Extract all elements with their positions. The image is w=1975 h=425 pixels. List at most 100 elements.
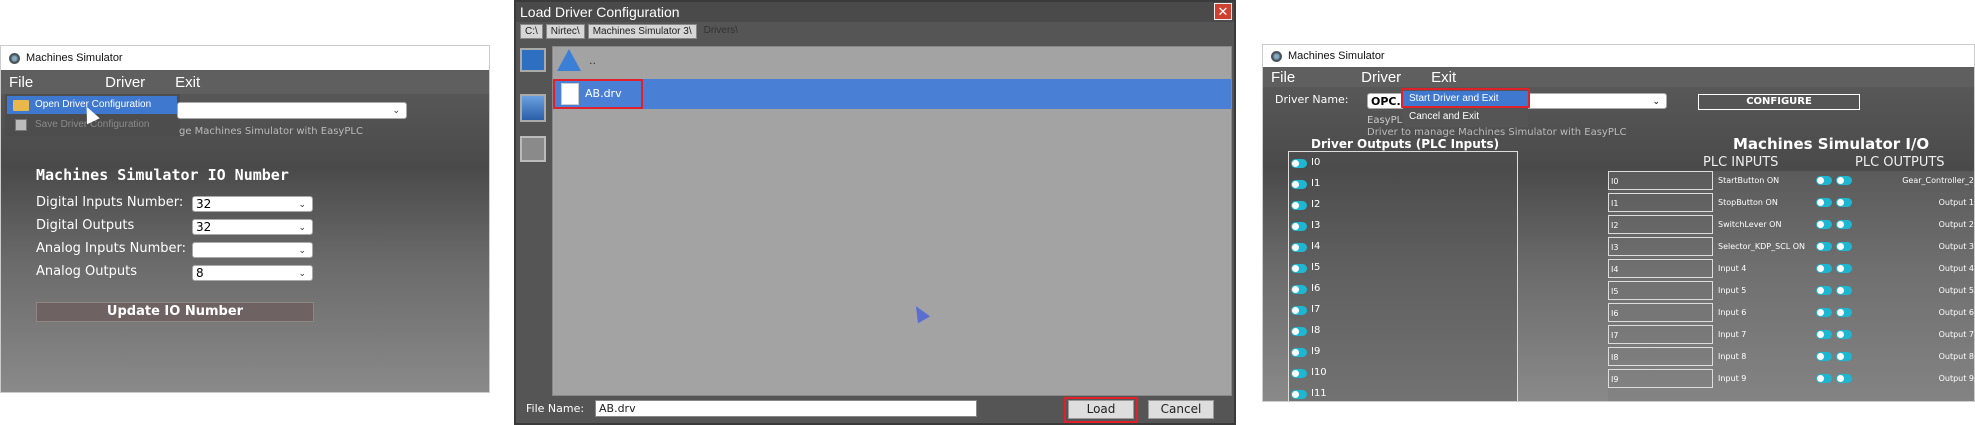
toggle-switch[interactable] [1291, 242, 1307, 252]
plc-inputs-header: PLC INPUTS [1703, 155, 1779, 170]
plc-input-label: Input 7 [1718, 330, 1747, 339]
io-number-cell: I0 [1608, 171, 1713, 190]
io-number-cell: I6 [1608, 303, 1713, 322]
toggle-switch[interactable] [1291, 347, 1307, 357]
toggle-switch[interactable] [1816, 220, 1832, 229]
toggle-switch[interactable] [1836, 352, 1852, 361]
io-table-row: I5 Input 5 Output 5 [1608, 281, 1974, 301]
toggle-switch[interactable] [1836, 286, 1852, 295]
toggle-switch[interactable] [1816, 198, 1832, 207]
close-button[interactable]: ✕ [1214, 3, 1232, 20]
plc-input-label: Selector_KDP_SCL ON [1718, 242, 1806, 251]
io-table: I0 StartButton ON Gear_Controller_2 I1 StopB… [1608, 171, 1974, 401]
list-item-file[interactable]: AB.drv [553, 79, 1231, 109]
analog-inputs-select[interactable]: ⌄ [192, 242, 313, 258]
plc-input-label: Input 8 [1718, 352, 1747, 361]
toggle-switch[interactable] [1816, 264, 1832, 273]
driver-output-row: I1 [1291, 175, 1320, 193]
toggle-switch[interactable] [1291, 200, 1307, 210]
toggle-switch[interactable] [1816, 286, 1832, 295]
toggle-switch[interactable] [1291, 221, 1307, 231]
toggle-switch[interactable] [1836, 242, 1852, 251]
menu-exit[interactable]: Exit [1431, 69, 1456, 86]
drive-icon[interactable] [520, 94, 546, 122]
toggle-switch[interactable] [1291, 389, 1307, 399]
harddisk-icon[interactable] [520, 136, 546, 162]
up-arrow-icon [557, 49, 581, 71]
toggle-switch[interactable] [1291, 326, 1307, 336]
configure-button[interactable]: CONFIGURE [1698, 94, 1860, 110]
breadcrumb-item[interactable]: Nirtec\ [545, 24, 585, 39]
breadcrumb-item[interactable]: C:\ [520, 24, 543, 39]
update-io-number-button[interactable]: Update IO Number [36, 302, 314, 322]
plc-output-label: Output 8 [1938, 352, 1974, 361]
computer-icon[interactable] [520, 48, 546, 72]
list-item-up[interactable]: .. [553, 47, 1231, 75]
toggle-switch[interactable] [1836, 308, 1852, 317]
cancel-button[interactable]: Cancel [1148, 400, 1214, 419]
menu-exit[interactable]: Exit [175, 74, 200, 91]
chevron-down-icon: ⌄ [298, 223, 306, 233]
toggle-switch[interactable] [1836, 176, 1852, 185]
digital-outputs-select[interactable]: 32 ⌄ [192, 219, 313, 235]
io-table-row: I4 Input 4 Output 4 [1608, 259, 1974, 279]
driver-output-label: I4 [1311, 241, 1321, 252]
places-sidebar [518, 46, 548, 166]
driver-output-label: I9 [1311, 346, 1321, 357]
io-table-row: I2 SwitchLever ON Output 2 [1608, 215, 1974, 235]
window-titlebar: Machines Simulator [1263, 45, 1974, 67]
menu-bar: File Driver Exit [1263, 67, 1974, 87]
toggle-switch[interactable] [1291, 284, 1307, 294]
toggle-switch[interactable] [1816, 242, 1832, 251]
toggle-switch[interactable] [1836, 264, 1852, 273]
toggle-switch[interactable] [1816, 330, 1832, 339]
driver-output-label: I0 [1311, 157, 1321, 168]
menu-file[interactable]: File [9, 74, 33, 91]
driver-output-row: I10 [1291, 364, 1327, 382]
toggle-switch[interactable] [1836, 198, 1852, 207]
toggle-switch[interactable] [1291, 158, 1307, 168]
toggle-switch[interactable] [1816, 308, 1832, 317]
file-name-label: File Name: [526, 402, 585, 415]
field-label-digital-outputs: Digital Outputs [36, 218, 135, 233]
dialog-title: Load Driver Configuration [520, 4, 680, 20]
menu-driver[interactable]: Driver [105, 74, 145, 91]
menu-item-cancel-exit[interactable]: Cancel and Exit [1403, 109, 1528, 125]
plc-output-label: Output 2 [1938, 220, 1974, 229]
plc-output-label: Output 6 [1938, 308, 1974, 317]
driver-output-row: I8 [1291, 322, 1320, 340]
driver-output-label: I1 [1311, 178, 1321, 189]
analog-outputs-select[interactable]: 8 ⌄ [192, 265, 313, 281]
io-number-cell: I2 [1608, 215, 1713, 234]
file-list: .. AB.drv [552, 46, 1232, 396]
io-title: Machines Simulator I/O [1733, 135, 1930, 153]
toggle-switch[interactable] [1291, 263, 1307, 273]
plc-input-label: Input 6 [1718, 308, 1747, 317]
menu-bar: File Driver Exit [1, 70, 489, 94]
breadcrumb-item[interactable]: Machines Simulator 3\ [587, 24, 697, 39]
toggle-switch[interactable] [1836, 330, 1852, 339]
toggle-switch[interactable] [1836, 220, 1852, 229]
driver-description: ge Machines Simulator with EasyPLC [179, 126, 363, 137]
app-icon [1271, 50, 1282, 62]
plc-input-label: Input 4 [1718, 264, 1747, 273]
plc-output-label: Output 7 [1938, 330, 1974, 339]
driver-select[interactable]: ⌄ [177, 102, 407, 119]
digital-inputs-select[interactable]: 32 ⌄ [192, 196, 313, 212]
file-name-input[interactable]: AB.drv [595, 400, 977, 417]
toggle-switch[interactable] [1816, 176, 1832, 185]
plc-input-label: Input 5 [1718, 286, 1747, 295]
plc-output-label: Output 3 [1938, 242, 1974, 251]
toggle-switch[interactable] [1816, 374, 1832, 383]
toggle-switch[interactable] [1836, 374, 1852, 383]
toggle-switch[interactable] [1291, 179, 1307, 189]
breadcrumb-item[interactable]: Drivers\ [700, 24, 742, 39]
toggle-switch[interactable] [1816, 352, 1832, 361]
menu-file[interactable]: File [1271, 69, 1295, 86]
toggle-switch[interactable] [1291, 368, 1307, 378]
menu-driver[interactable]: Driver [1361, 69, 1401, 86]
io-number-cell: I1 [1608, 193, 1713, 212]
highlight-file [553, 79, 643, 109]
toggle-switch[interactable] [1291, 305, 1307, 315]
breadcrumb: C:\ Nirtec\ Machines Simulator 3\ Driver… [520, 24, 742, 39]
